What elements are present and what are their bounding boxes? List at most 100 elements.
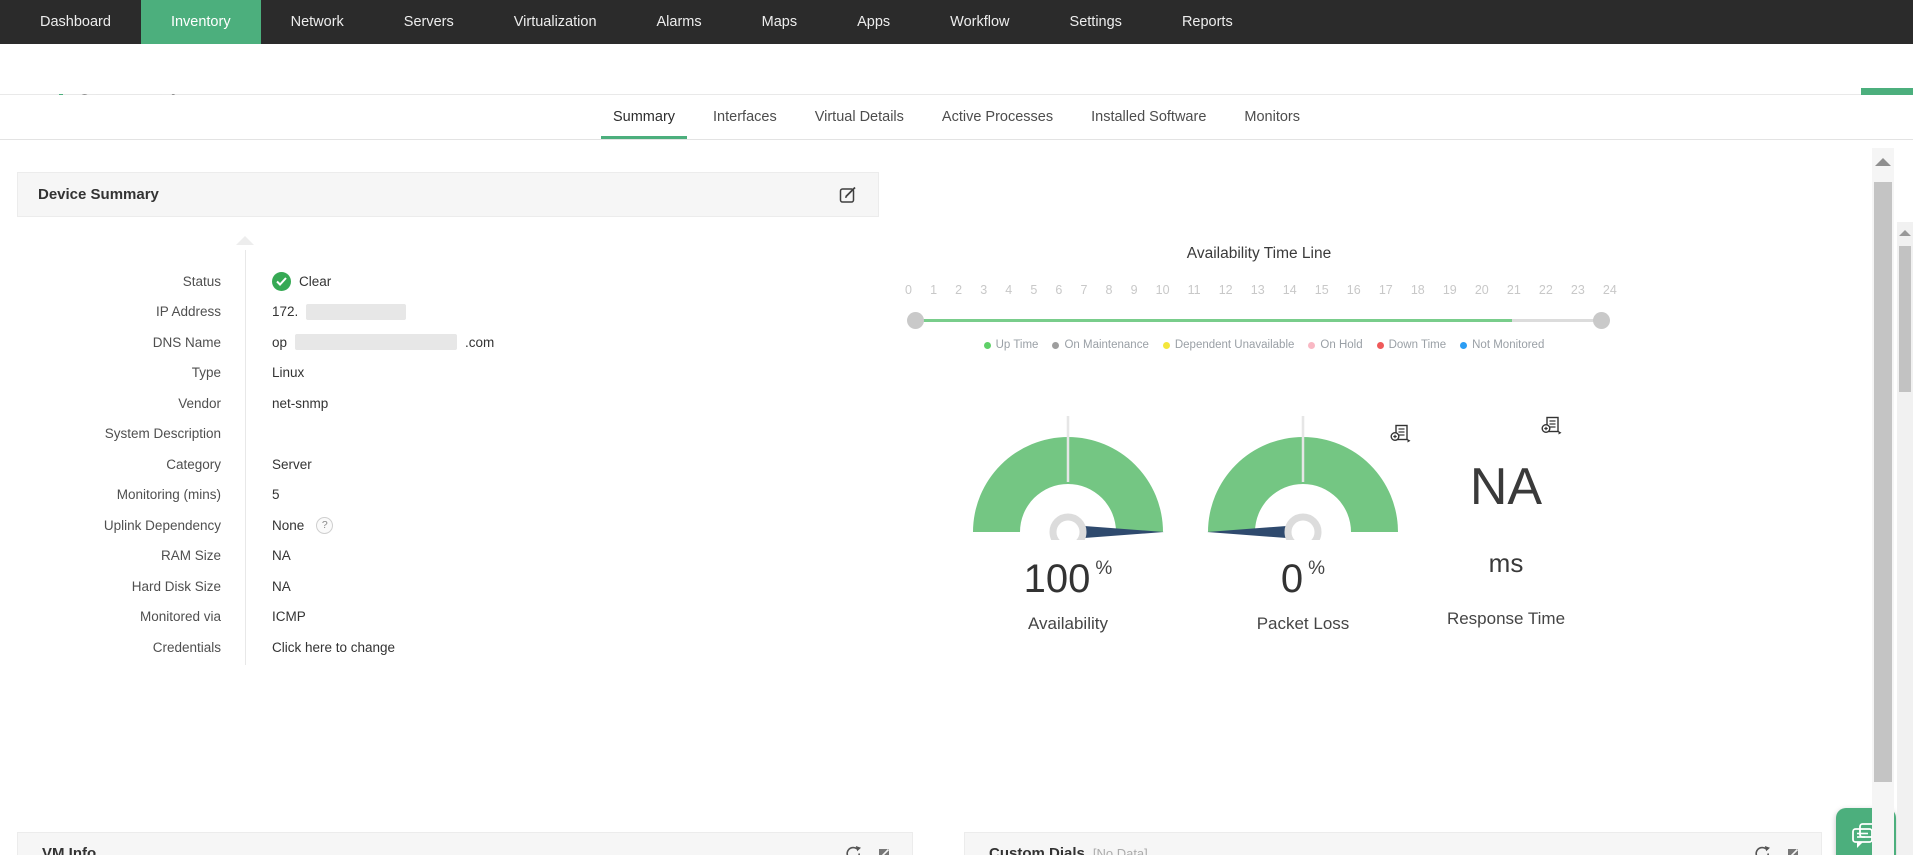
refresh-icon[interactable] [1754, 845, 1771, 855]
device-summary-panel: Device Summary Status Clear IP Address 1… [17, 172, 879, 665]
scrollbar-thumb[interactable] [1899, 246, 1911, 392]
nav-item-alarms[interactable]: Alarms [627, 0, 732, 44]
response-time-report-icon[interactable] [1541, 416, 1562, 435]
nav-item-workflow[interactable]: Workflow [920, 0, 1039, 44]
field-system-description: System Description [104, 426, 221, 442]
vm-info-panel: VM Info [17, 832, 913, 855]
gauge-dial [1207, 416, 1398, 540]
response-time-unit: ms [1488, 548, 1524, 578]
scrollbar-thumb[interactable] [1874, 182, 1892, 782]
timeline-tick: 12 [1218, 283, 1233, 297]
field-ram-size: RAM Size NA [160, 548, 291, 564]
nav-item-servers[interactable]: Servers [374, 0, 484, 44]
status-clear-icon [272, 271, 291, 291]
tab-monitors[interactable]: Monitors [1240, 95, 1304, 139]
dns-suffix: .com [465, 334, 495, 350]
custom-dials-title: Custom Dials [No Data] [989, 845, 1148, 855]
packet-loss-report-icon[interactable] [1390, 424, 1411, 443]
availability-value: 100% [1023, 557, 1113, 601]
edit-device-icon[interactable] [839, 185, 858, 204]
timeline-tick: 4 [1005, 283, 1013, 297]
field-vendor: Vendor net-snmp [178, 395, 329, 411]
refresh-icon[interactable] [845, 845, 862, 855]
device-summary-fields: Status Clear IP Address 172. DNS Name op… [17, 266, 879, 663]
collapse-caret-icon[interactable] [236, 236, 254, 245]
timeline-tick: 18 [1410, 283, 1425, 297]
slider-handle-start[interactable] [907, 312, 924, 329]
nav-item-dashboard[interactable]: Dashboard [10, 0, 141, 44]
legend-on-hold: On Hold [1308, 339, 1363, 351]
nav-item-settings[interactable]: Settings [1040, 0, 1152, 44]
legend-up-time: Up Time [983, 339, 1038, 351]
content-scrollbar[interactable] [1872, 148, 1894, 855]
uptime-track [915, 319, 1512, 322]
timeline-tick: 6 [1055, 283, 1063, 297]
tab-interfaces[interactable]: Interfaces [709, 95, 781, 139]
field-type: Type Linux [191, 365, 305, 381]
timeline-tick: 11 [1187, 283, 1201, 297]
ip-prefix: 172. [272, 304, 299, 320]
timeline-tick: 17 [1378, 283, 1393, 297]
timeline-tick: 0 [905, 283, 912, 297]
redacted-dns [295, 334, 458, 351]
device-tabs: Summary Interfaces Virtual Details Activ… [0, 95, 1913, 140]
response-time-widget: NA ms Response Time [1406, 412, 1606, 629]
timeline-tick: 13 [1250, 283, 1265, 297]
nav-item-maps[interactable]: Maps [732, 0, 827, 44]
device-summary-title: Device Summary [38, 186, 159, 203]
timeline-tick: 22 [1538, 283, 1553, 297]
timeline-tick: 24 [1602, 283, 1617, 297]
field-dns-name: DNS Name op .com [152, 334, 495, 351]
field-category: Category Server [166, 456, 312, 472]
scroll-up-arrow[interactable] [1899, 230, 1911, 236]
availability-label: Availability [1027, 614, 1108, 633]
nav-item-virtualization[interactable]: Virtualization [484, 0, 627, 44]
opmanager-app: Dashboard Inventory Network Servers Virt… [0, 0, 1913, 855]
packet-loss-value: 0% [1280, 557, 1326, 601]
tab-summary[interactable]: Summary [600, 95, 688, 139]
tab-installed-software[interactable]: Installed Software [1087, 95, 1210, 139]
nav-item-inventory[interactable]: Inventory [140, 0, 261, 44]
packet-loss-gauge: 0% Packet Loss [1203, 400, 1403, 634]
packet-loss-label: Packet Loss [1256, 614, 1350, 633]
field-ip-address: IP Address 172. [17, 297, 879, 328]
legend-dot [1460, 341, 1468, 349]
legend-not-monitored: Not Monitored [1460, 339, 1544, 351]
timeline-tick: 23 [1570, 283, 1585, 297]
legend-dot [983, 341, 991, 349]
device-summary-header: Device Summary [17, 172, 879, 217]
timeline-tick: 16 [1346, 283, 1361, 297]
nav-item-apps[interactable]: Apps [827, 0, 920, 44]
timeline-slider [907, 311, 1617, 329]
legend-dot [1308, 341, 1316, 349]
resize-icon[interactable] [878, 848, 890, 855]
tab-active-processes[interactable]: Active Processes [938, 95, 1057, 139]
timeline-tick: 2 [955, 283, 963, 297]
timeline-tick: 9 [1130, 283, 1138, 297]
tab-virtual-details[interactable]: Virtual Details [811, 95, 908, 139]
timeline-tick: 7 [1080, 283, 1088, 297]
legend-dot [1162, 341, 1170, 349]
nav-item-network[interactable]: Network [261, 0, 374, 44]
timeline-tick: 8 [1105, 283, 1113, 297]
legend-on-maintenance: On Maintenance [1052, 339, 1149, 351]
legend-down-time: Down Time [1376, 339, 1446, 351]
redacted-ip [306, 303, 407, 320]
timeline-tick: 20 [1474, 283, 1489, 297]
nav-item-reports[interactable]: Reports [1152, 0, 1263, 44]
timeline-tick: 15 [1314, 283, 1329, 297]
legend-dependent-unavailable: Dependent Unavailable [1162, 339, 1294, 351]
resize-icon[interactable] [1787, 848, 1799, 855]
vm-info-title: VM Info [42, 845, 97, 855]
field-hard-disk-size: Hard Disk Size NA [131, 578, 291, 594]
response-time-value: NA [1469, 458, 1543, 516]
change-credentials-link[interactable]: Click here to change [272, 640, 395, 655]
timeline-tick: 1 [930, 283, 938, 297]
timeline-legend: Up Time On Maintenance Dependent Unavail… [909, 339, 1619, 351]
window-scrollbar[interactable] [1897, 222, 1913, 855]
scroll-up-arrow[interactable] [1875, 158, 1891, 166]
slider-handle-end[interactable] [1593, 312, 1610, 329]
timeline-tick: 14 [1282, 283, 1297, 297]
timeline-tick-labels: 0 1 2 3 4 5 6 7 8 9 10 11 12 13 14 15 16 17 18 19 20 21 22 23 24 [905, 283, 1617, 297]
help-icon[interactable]: ? [316, 516, 334, 534]
